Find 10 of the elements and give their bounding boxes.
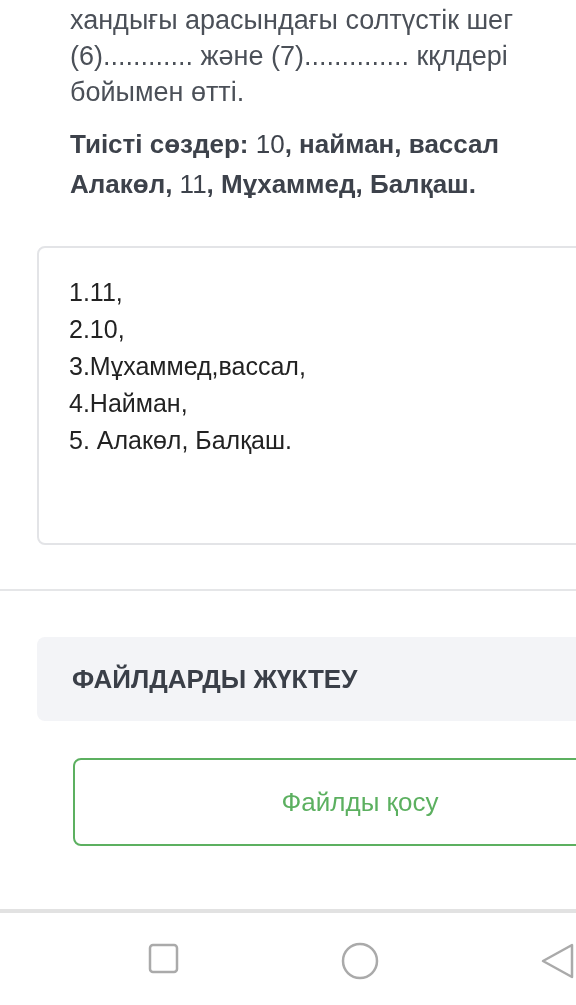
recents-icon[interactable] (148, 943, 179, 974)
answer-field[interactable]: 1.11, 2.10, 3.Мұхаммед,вассал, 4.Найман, 5. Алакөл, Балқаш. (37, 246, 576, 545)
section-title: ФАЙЛДАРДЫ ЖҮКТЕУ (72, 662, 358, 696)
question-text: бойымен өтті. (70, 76, 246, 109)
home-icon[interactable] (341, 942, 379, 980)
question-text: (6)............ және (7).............. кқлдері (70, 40, 509, 73)
back-icon[interactable] (540, 942, 576, 980)
word-bank-text: Алакөл, 11, Мұхаммед, Балқаш. (70, 168, 477, 201)
word-bank-text: Тиісті сөздер: 10, найман, вассал (70, 128, 501, 161)
question-text: хандығы арасындағы солтүстік шег (70, 4, 514, 37)
